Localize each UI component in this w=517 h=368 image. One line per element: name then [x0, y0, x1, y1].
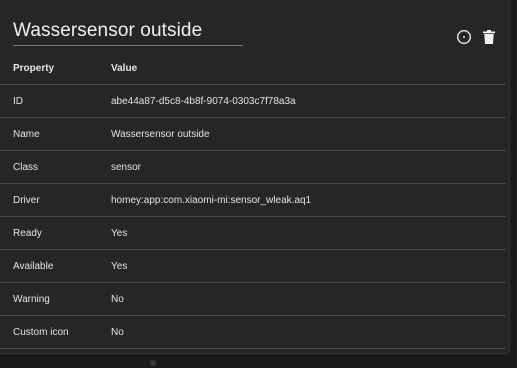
device-card: Wassersensor outside Property Value ID a…: [0, 0, 510, 354]
value-cell: No: [111, 315, 506, 349]
value-cell: abe44a87-d5c8-4b8f-9074-0303c7f78a3a: [111, 84, 506, 118]
status-circle-button[interactable]: [454, 27, 474, 47]
delete-button[interactable]: [479, 27, 499, 47]
value-cell: homey:app:com.xiaomi-mi:sensor_wleak.aq1: [111, 183, 506, 217]
circle-outline-icon: [456, 29, 472, 45]
property-cell: Available: [0, 249, 111, 283]
scroll-indicator: [150, 360, 156, 366]
table-row: Available Yes: [0, 249, 506, 283]
value-cell: No: [111, 282, 506, 316]
table-row: Class sensor: [0, 150, 506, 184]
table-row: Driver homey:app:com.xiaomi-mi:sensor_wl…: [0, 183, 506, 217]
value-cell: sensor: [111, 150, 506, 184]
table-row: Custom icon No: [0, 315, 506, 349]
table-row: ID abe44a87-d5c8-4b8f-9074-0303c7f78a3a: [0, 84, 506, 118]
properties-table: Property Value ID abe44a87-d5c8-4b8f-907…: [0, 53, 506, 349]
page-background-strip: [0, 354, 517, 368]
trash-icon: [483, 30, 495, 44]
column-header-value: Value: [111, 53, 506, 85]
table-row: Warning No: [0, 282, 506, 316]
property-cell: Warning: [0, 282, 111, 316]
property-cell: ID: [0, 84, 111, 118]
device-title[interactable]: Wassersensor outside: [13, 18, 243, 44]
table-header-row: Property Value: [0, 53, 506, 85]
property-cell: Ready: [0, 216, 111, 250]
value-cell: Yes: [111, 216, 506, 250]
table-row: Ready Yes: [0, 216, 506, 250]
property-cell: Class: [0, 150, 111, 184]
value-cell: Wassersensor outside: [111, 117, 506, 151]
device-title-field[interactable]: Wassersensor outside: [13, 18, 243, 46]
value-cell: Yes: [111, 249, 506, 283]
property-cell: Driver: [0, 183, 111, 217]
column-header-property: Property: [0, 53, 111, 85]
property-cell: Custom icon: [0, 315, 111, 349]
property-cell: Name: [0, 117, 111, 151]
table-row: Name Wassersensor outside: [0, 117, 506, 151]
